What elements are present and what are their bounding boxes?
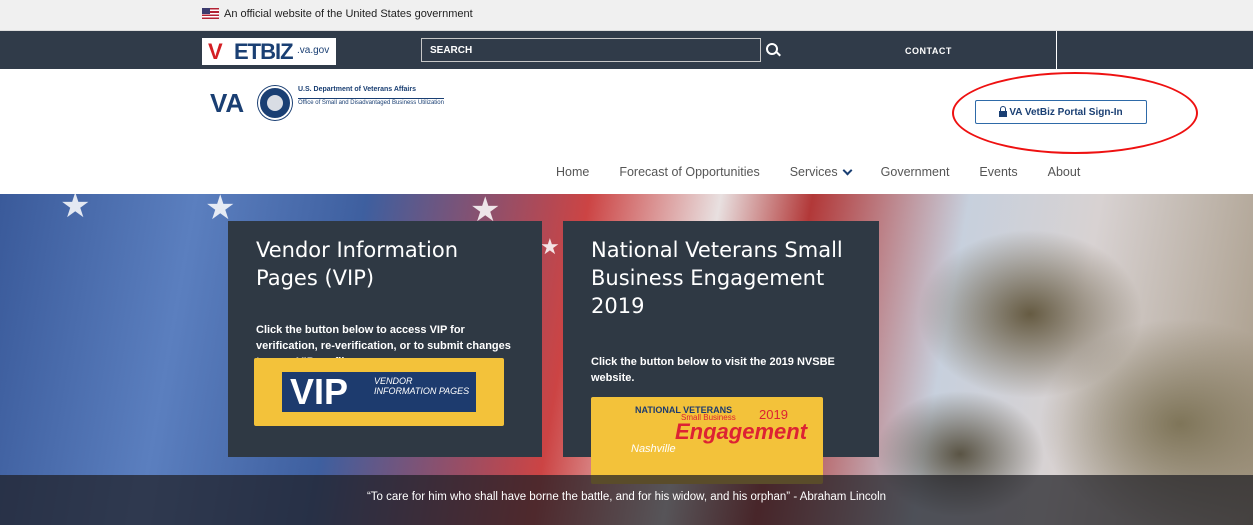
chevron-down-icon: [842, 165, 853, 175]
vip-button[interactable]: VIP VENDOR INFORMATION PAGES: [254, 358, 504, 426]
va-osdbu-logo[interactable]: VA U.S. Department of Veterans Affairs O…: [210, 86, 510, 121]
vip-badge-text: VIP: [290, 371, 349, 412]
contact-link[interactable]: CONTACT: [905, 46, 952, 56]
va-office-name: Office of Small and Disadvantaged Busine…: [298, 98, 444, 106]
vip-title: Vendor Information Pages (VIP): [256, 238, 459, 290]
portal-sign-in-button[interactable]: VA VetBiz Portal Sign-In: [975, 100, 1147, 124]
nvsbe-button[interactable]: NATIONAL VETERANS Small Business 2019 En…: [591, 397, 823, 484]
logo-biz: ETBIZ: [234, 39, 294, 64]
nav-services-label: Services: [789, 165, 838, 179]
hero-banner: ★ ★ ★ ★ Vendor Information Pages (VIP) C…: [0, 194, 1253, 525]
us-flag-icon: [202, 8, 219, 19]
star-icon: ★: [540, 234, 560, 259]
star-icon: ★: [60, 194, 91, 225]
search-box: [421, 38, 761, 62]
nav-forecast[interactable]: Forecast of Opportunities: [619, 165, 759, 179]
nvsbe-logo-city: Nashville: [631, 443, 676, 455]
vip-panel: Vendor Information Pages (VIP) Click the…: [228, 221, 542, 457]
quote-bar: “To care for him who shall have borne th…: [0, 475, 1253, 525]
lincoln-quote: “To care for him who shall have borne th…: [366, 491, 887, 503]
vip-badge: VIP VENDOR INFORMATION PAGES: [282, 372, 476, 412]
nvsbe-panel: National Veterans Small Business Engagem…: [563, 221, 879, 484]
search-icon[interactable]: [766, 43, 778, 55]
portal-sign-in-label: VA VetBiz Portal Sign-In: [1009, 106, 1123, 118]
logo-domain: .va.gov: [297, 45, 330, 56]
search-input[interactable]: [422, 39, 750, 61]
main-nav: Home Forecast of Opportunities Services …: [556, 165, 1110, 179]
divider: [1056, 31, 1057, 69]
va-letters: VA: [210, 88, 245, 118]
nvsbe-description: Click the button below to visit the 2019…: [591, 356, 835, 384]
logo-v: V: [208, 39, 223, 64]
va-seal-icon: [258, 86, 292, 120]
lock-icon: [999, 105, 1008, 117]
gov-banner-text: An official website of the United States…: [224, 8, 473, 20]
va-department-name: U.S. Department of Veterans Affairs: [298, 86, 416, 93]
nvsbe-logo-engagement: Engagement: [675, 419, 808, 444]
top-bar: V ETBIZ .va.gov CONTACT: [0, 31, 1253, 69]
gov-banner: An official website of the United States…: [0, 0, 1253, 31]
nav-about[interactable]: About: [1048, 165, 1081, 179]
nvsbe-title: National Veterans Small Business Engagem…: [591, 238, 843, 318]
vip-badge-subtext: VENDOR INFORMATION PAGES: [374, 376, 470, 396]
nav-services[interactable]: Services: [789, 165, 853, 179]
nav-home[interactable]: Home: [556, 165, 589, 179]
nav-government[interactable]: Government: [881, 165, 950, 179]
vetbiz-logo[interactable]: V ETBIZ .va.gov: [202, 38, 336, 65]
nav-events[interactable]: Events: [979, 165, 1017, 179]
